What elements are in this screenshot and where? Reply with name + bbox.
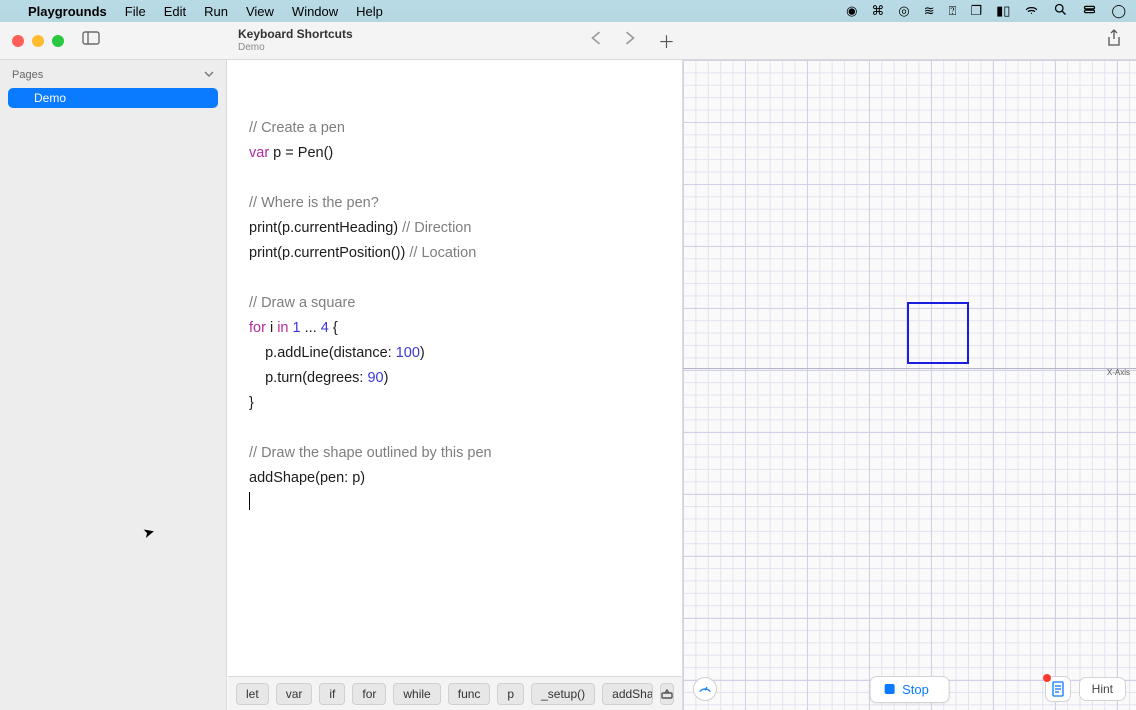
menubar: Playgrounds File Edit Run View Window He… (0, 0, 1136, 22)
menubar-left: Playgrounds File Edit Run View Window He… (10, 4, 383, 19)
snippet-for[interactable]: for (352, 683, 386, 705)
spotlight-icon[interactable] (1053, 2, 1068, 20)
snippet-if[interactable]: if (319, 683, 345, 705)
chevron-down-icon (204, 69, 214, 81)
status-icon-5[interactable]: ⍰ (949, 3, 957, 19)
sidebar-item-label: Demo (34, 91, 66, 105)
sidebar-item-demo[interactable]: Demo (8, 88, 218, 108)
snippet-func[interactable]: func (448, 683, 491, 705)
control-center-icon[interactable] (1082, 2, 1097, 20)
speed-button[interactable] (693, 677, 717, 701)
status-icon-6[interactable]: ❐ (970, 3, 982, 19)
stop-label: Stop (902, 682, 929, 697)
code-comment: // Draw a square (249, 295, 355, 311)
hint-label: Hint (1092, 682, 1113, 696)
sidebar-section-label: Pages (12, 69, 43, 81)
code-number: 90 (367, 370, 383, 386)
expand-snippets-icon[interactable] (660, 683, 674, 705)
code-comment: // Where is the pen? (249, 195, 379, 211)
drawn-square (907, 302, 969, 364)
output-canvas: X-Axis Stop Hint (682, 60, 1136, 710)
close-window-button[interactable] (12, 35, 24, 47)
document-subtitle: Demo (238, 42, 353, 53)
document-title: Keyboard Shortcuts (238, 28, 353, 41)
documentation-button[interactable] (1045, 676, 1071, 702)
snippet-addshape[interactable]: addShape(pen: Pen) (602, 683, 653, 705)
menu-run[interactable]: Run (204, 4, 228, 19)
snippet-while[interactable]: while (393, 683, 440, 705)
toolbar-nav: ＋ (590, 28, 675, 53)
toolbar-title: Keyboard Shortcuts Demo (238, 28, 353, 52)
siri-icon[interactable]: ◯ (1111, 3, 1126, 19)
add-page-icon[interactable]: ＋ (658, 28, 675, 53)
code-text: print(p.currentPosition()) (249, 245, 409, 261)
nav-back-icon[interactable] (590, 31, 602, 50)
menu-window[interactable]: Window (292, 4, 338, 19)
code-text: ) (384, 370, 389, 386)
code-comment: // Location (409, 245, 476, 261)
menu-edit[interactable]: Edit (164, 4, 186, 19)
status-icon-3[interactable]: ◎ (898, 3, 909, 19)
code-text: p = Pen() (269, 145, 333, 161)
window-controls (0, 35, 64, 47)
code-text: p.turn(degrees: (249, 370, 367, 386)
menu-view[interactable]: View (246, 4, 274, 19)
app-name[interactable]: Playgrounds (28, 4, 107, 19)
code-comment: // Draw the shape outlined by this pen (249, 445, 492, 461)
notification-dot-icon (1043, 674, 1051, 682)
code-keyword: in (277, 320, 288, 336)
code-text: ... (301, 320, 321, 336)
status-icon-1[interactable]: ◉ (846, 3, 857, 19)
code-text: { (329, 320, 338, 336)
code-text: i (266, 320, 277, 336)
snippet-p[interactable]: p (497, 683, 524, 705)
fullscreen-window-button[interactable] (52, 35, 64, 47)
code-comment: // Create a pen (249, 120, 345, 136)
right-controls: Hint (1045, 676, 1126, 702)
code-number: 100 (396, 345, 420, 361)
wifi-icon[interactable] (1024, 2, 1039, 20)
sidebar: Pages Demo (0, 60, 227, 710)
snippet-var[interactable]: var (276, 683, 313, 705)
stop-icon (884, 684, 894, 694)
code-comment: // Direction (402, 220, 471, 236)
code-editor[interactable]: // Create a pen var p = Pen() // Where i… (227, 60, 682, 710)
battery-icon[interactable]: ▮▯ (996, 3, 1010, 19)
share-icon[interactable] (1106, 29, 1122, 52)
code-text: p.addLine(distance: (249, 345, 396, 361)
menu-file[interactable]: File (125, 4, 146, 19)
canvas-controls: Stop Hint (683, 676, 1136, 702)
snippet-bar: let var if for while func p _setup() add… (228, 676, 682, 710)
code-text: print(p.currentHeading) (249, 220, 402, 236)
menu-help[interactable]: Help (356, 4, 383, 19)
stop-button[interactable]: Stop (869, 676, 950, 703)
minimize-window-button[interactable] (32, 35, 44, 47)
code-keyword: var (249, 145, 269, 161)
snippet-setup[interactable]: _setup() (531, 683, 595, 705)
code-text: } (249, 395, 254, 411)
code-text: addShape(pen: p) (249, 470, 365, 486)
menubar-right: ◉ ⌘ ◎ ≋ ⍰ ❐ ▮▯ ◯ (846, 2, 1126, 20)
code-text: ) (420, 345, 425, 361)
x-axis-label: X-Axis (1107, 368, 1130, 377)
code-number: 4 (321, 320, 329, 336)
hint-button[interactable]: Hint (1079, 677, 1126, 701)
status-icon-2[interactable]: ⌘ (871, 3, 884, 19)
sidebar-section-header[interactable]: Pages (0, 66, 226, 84)
code-number: 1 (293, 320, 301, 336)
snippet-let[interactable]: let (236, 683, 269, 705)
text-cursor (249, 492, 250, 510)
sidebar-toggle-icon[interactable] (82, 31, 100, 50)
canvas-grid (683, 60, 1136, 710)
toolbar: Keyboard Shortcuts Demo ＋ (0, 22, 1136, 60)
code-keyword: for (249, 320, 266, 336)
body: Pages Demo // Create a pen var p = Pen()… (0, 60, 1136, 710)
status-icon-4[interactable]: ≋ (924, 3, 935, 19)
nav-forward-icon[interactable] (624, 31, 636, 50)
